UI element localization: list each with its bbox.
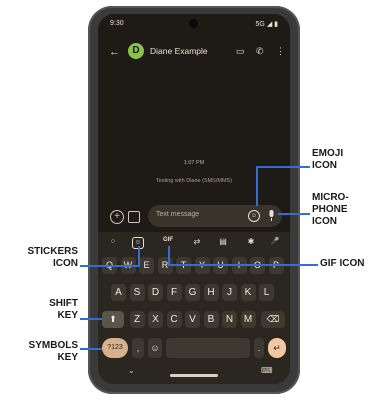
callout-stickers: STICKERS ICON	[6, 246, 78, 270]
key-m[interactable]: M	[240, 311, 256, 328]
callout-mic-pointer	[278, 213, 310, 215]
status-indicators: 5G ◢ ▮	[255, 21, 278, 28]
keyboard	[98, 232, 290, 384]
callout-symbols-line2: KEY	[57, 352, 78, 363]
key-n[interactable]: N	[222, 311, 237, 328]
key-z[interactable]: Z	[129, 311, 145, 328]
video-call-icon[interactable]: ▭	[236, 46, 245, 57]
callout-stickers-pointer-rise	[138, 246, 140, 266]
phone-call-icon[interactable]: ✆	[256, 46, 264, 57]
key-e[interactable]: E	[139, 257, 154, 274]
callout-shift-pointer	[80, 318, 102, 320]
texting-with-label: Texting with Diane (SMS/MMS)	[155, 178, 233, 184]
callout-gif-pointer	[168, 264, 318, 266]
callout-mic-line2: PHONE	[312, 204, 348, 215]
microphone-icon[interactable]	[268, 210, 275, 221]
callout-emoji: EMOJI ICON	[312, 148, 343, 172]
settings-gear-icon[interactable]: ✱	[244, 237, 258, 246]
key-h[interactable]: H	[203, 284, 219, 301]
space-bar[interactable]	[166, 338, 250, 358]
key-x[interactable]: X	[148, 311, 163, 328]
shift-key[interactable]: ⬆	[102, 311, 124, 328]
callout-mic-line3: ICON	[312, 216, 337, 227]
callout-stickers-pointer	[80, 265, 140, 267]
period-key[interactable]: .	[254, 338, 264, 358]
callout-symbols-line1: SYMBOLS	[28, 340, 78, 351]
keyboard-switch-icon[interactable]: ⌨	[261, 366, 273, 375]
key-k[interactable]: K	[240, 284, 256, 301]
apps-grid-icon[interactable]: ⁘	[106, 237, 120, 246]
contact-name[interactable]: Diane Example	[150, 46, 208, 56]
callout-mic-line1: MICRO-	[312, 192, 349, 203]
key-v[interactable]: V	[185, 311, 200, 328]
status-time: 9:30	[110, 20, 124, 27]
callout-emoji-line1: EMOJI	[312, 148, 344, 159]
callout-symbols: SYMBOLS KEY	[6, 340, 78, 364]
hide-keyboard-chevron-icon[interactable]: ⌄	[128, 366, 135, 375]
key-b[interactable]: B	[203, 311, 219, 328]
voice-input-icon[interactable]: 🎤	[268, 237, 282, 245]
backspace-key[interactable]: ⌫	[261, 311, 285, 328]
callout-stickers-line1: STICKERS	[27, 246, 78, 257]
add-attachment-icon[interactable]: +	[110, 210, 124, 224]
key-j[interactable]: J	[222, 284, 237, 301]
key-s[interactable]: S	[129, 284, 145, 301]
emoji-icon[interactable]: ☺	[248, 210, 260, 222]
key-c[interactable]: C	[166, 311, 182, 328]
back-arrow-icon[interactable]: ←	[109, 46, 120, 58]
translate-icon[interactable]: ⇄	[190, 237, 204, 246]
callout-gif: GIF ICON	[320, 258, 365, 269]
gif-icon[interactable]: GIF	[160, 237, 176, 243]
callout-shift-line1: SHIFT	[49, 298, 78, 309]
symbols-key[interactable]: ?123	[102, 338, 128, 358]
avatar[interactable]: D	[128, 43, 144, 59]
phone-screen: 9:30 5G ◢ ▮ ← D Diane Example ▭ ✆ ⋮ 1:07…	[98, 14, 290, 384]
callout-shift: SHIFT KEY	[6, 298, 78, 322]
callout-emoji-pointer	[256, 166, 310, 168]
callout-gif-pointer-rise	[168, 246, 170, 265]
gallery-icon[interactable]	[128, 211, 140, 223]
callout-symbols-pointer	[80, 348, 102, 350]
callout-emoji-pointer-drop	[256, 166, 258, 206]
comma-key[interactable]: ,	[132, 338, 144, 358]
callout-shift-line2: KEY	[57, 310, 78, 321]
message-placeholder: Text message	[156, 211, 200, 218]
camera-hole	[189, 19, 198, 28]
key-f[interactable]: F	[166, 284, 182, 301]
key-l[interactable]: L	[259, 284, 274, 301]
callout-stickers-line2: ICON	[53, 258, 78, 269]
emoji-key[interactable]: ☺	[148, 338, 162, 358]
navigation-handle[interactable]	[170, 374, 218, 377]
key-g[interactable]: G	[185, 284, 200, 301]
key-a[interactable]: A	[111, 284, 126, 301]
key-d[interactable]: D	[148, 284, 163, 301]
clipboard-icon[interactable]: ▤	[216, 237, 230, 246]
enter-key[interactable]: ↵	[268, 338, 286, 358]
more-options-icon[interactable]: ⋮	[276, 46, 285, 57]
callout-emoji-line2: ICON	[312, 160, 337, 171]
callout-microphone: MICRO- PHONE ICON	[312, 192, 349, 228]
